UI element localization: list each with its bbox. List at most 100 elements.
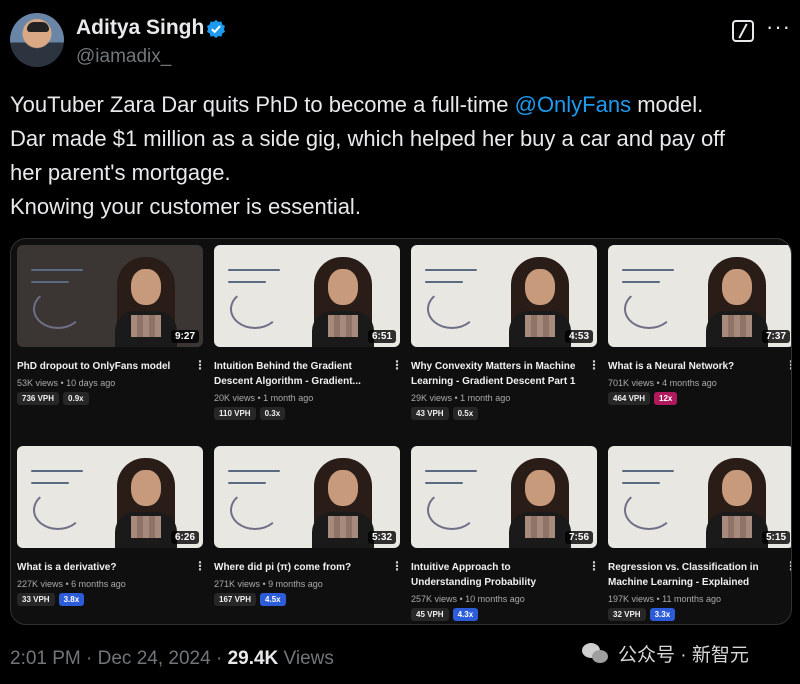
board-line bbox=[425, 269, 477, 271]
video-card[interactable]: 4:53 Why Convexity Matters in Machine Lea… bbox=[411, 245, 600, 430]
video-meta: 29K views • 1 month ago bbox=[411, 393, 511, 403]
ratio-badge: 3.3x bbox=[649, 608, 676, 621]
kebab-menu-icon[interactable]: ⋮ bbox=[785, 560, 791, 572]
board-line bbox=[228, 281, 266, 283]
video-card[interactable]: 9:27 PhD dropout to OnlyFans model ⋮ 53K vi… bbox=[17, 245, 206, 430]
board-line bbox=[31, 482, 69, 484]
video-badges: 43 VPH 0.5x bbox=[411, 407, 479, 420]
verified-badge-icon bbox=[207, 19, 225, 39]
kebab-menu-icon[interactable]: ⋮ bbox=[391, 560, 403, 572]
board-curve bbox=[230, 289, 280, 329]
video-badges: 736 VPH 0.9x bbox=[17, 392, 89, 405]
board-line bbox=[622, 482, 660, 484]
mention-link[interactable]: @OnlyFans bbox=[515, 92, 631, 117]
board-curve bbox=[230, 490, 280, 530]
video-title[interactable]: Where did pi (π) come from? bbox=[214, 560, 386, 575]
video-duration: 9:27 bbox=[170, 330, 199, 343]
video-thumbnail[interactable]: 7:56 bbox=[411, 446, 597, 548]
board-curve bbox=[33, 289, 83, 329]
views-count: 29.4K bbox=[227, 648, 279, 669]
tweet-text: YouTuber Zara Dar quits PhD to become a … bbox=[10, 88, 790, 224]
kebab-menu-icon[interactable]: ⋮ bbox=[194, 359, 206, 371]
video-grid-image[interactable]: 9:27 PhD dropout to OnlyFans model ⋮ 53K vi… bbox=[10, 238, 792, 625]
ratio-badge: 12x bbox=[654, 392, 678, 405]
more-icon[interactable]: ··· bbox=[766, 14, 791, 40]
tweet-footer: 2:01 PM · Dec 24, 2024 · 29.4K Views bbox=[10, 648, 334, 670]
tweet-line-2: Dar made $1 million as a side gig, which… bbox=[10, 126, 726, 151]
board-line bbox=[425, 482, 463, 484]
video-meta: 20K views • 1 month ago bbox=[214, 393, 314, 403]
ratio-badge: 0.3x bbox=[259, 407, 286, 420]
video-thumbnail[interactable]: 6:51 bbox=[214, 245, 400, 347]
author-handle[interactable]: @iamadix_ bbox=[76, 46, 171, 68]
video-card[interactable]: 7:37 What is a Neural Network? ⋮ 701K views… bbox=[608, 245, 791, 430]
board-line bbox=[228, 482, 266, 484]
video-badges: 32 VPH 3.3x bbox=[608, 608, 676, 621]
video-meta: 701K views • 4 months ago bbox=[608, 378, 717, 388]
board-curve bbox=[427, 490, 477, 530]
video-card[interactable]: 7:56 Intuitive Approach to Understanding … bbox=[411, 446, 600, 624]
vph-badge: 464 VPH bbox=[608, 392, 651, 405]
wechat-icon bbox=[582, 642, 610, 665]
video-card[interactable]: 5:15 Regression vs. Classification in Mac… bbox=[608, 446, 791, 624]
timestamp[interactable]: 2:01 PM · Dec 24, 2024 · bbox=[10, 648, 228, 669]
watermark: 公众号 · 新智元 bbox=[582, 640, 749, 667]
board-line bbox=[31, 269, 83, 271]
board-line bbox=[228, 269, 280, 271]
grok-icon[interactable] bbox=[732, 20, 754, 42]
video-thumbnail[interactable]: 5:15 bbox=[608, 446, 791, 548]
video-duration: 5:15 bbox=[761, 531, 790, 544]
board-line bbox=[425, 470, 477, 472]
tweet-line-3: her parent's mortgage. bbox=[10, 160, 231, 185]
video-title[interactable]: What is a derivative? bbox=[17, 560, 189, 575]
video-duration: 7:37 bbox=[761, 330, 790, 343]
video-thumbnail[interactable]: 7:37 bbox=[608, 245, 791, 347]
board-line bbox=[622, 281, 660, 283]
video-meta: 197K views • 11 months ago bbox=[608, 594, 722, 604]
board-line bbox=[425, 281, 463, 283]
kebab-menu-icon[interactable]: ⋮ bbox=[588, 359, 600, 371]
video-title[interactable]: Regression vs. Classification in Machine… bbox=[608, 560, 780, 590]
video-title[interactable]: What is a Neural Network? bbox=[608, 359, 780, 374]
board-curve bbox=[624, 490, 674, 530]
vph-badge: 43 VPH bbox=[411, 407, 449, 420]
vph-badge: 45 VPH bbox=[411, 608, 449, 621]
tweet-line-1: YouTuber Zara Dar quits PhD to become a … bbox=[10, 92, 704, 117]
video-card[interactable]: 6:26 What is a derivative? ⋮ 227K views • 6… bbox=[17, 446, 206, 624]
video-title[interactable]: PhD dropout to OnlyFans model bbox=[17, 359, 189, 374]
vph-badge: 736 VPH bbox=[17, 392, 60, 405]
ratio-badge: 3.8x bbox=[58, 593, 85, 606]
video-card[interactable]: 6:51 Intuition Behind the Gradient Descen… bbox=[214, 245, 403, 430]
video-duration: 6:51 bbox=[367, 330, 396, 343]
vph-badge: 110 VPH bbox=[214, 407, 256, 420]
tweet-line-4: Knowing your customer is essential. bbox=[10, 194, 361, 219]
video-thumbnail[interactable]: 6:26 bbox=[17, 446, 203, 548]
watermark-text: 公众号 · 新智元 bbox=[618, 645, 749, 666]
video-title[interactable]: Why Convexity Matters in Machine Learnin… bbox=[411, 359, 583, 389]
tweet-header: Aditya Singh @iamadix_ ··· bbox=[0, 0, 800, 80]
kebab-menu-icon[interactable]: ⋮ bbox=[588, 560, 600, 572]
video-card[interactable]: 5:32 Where did pi (π) come from? ⋮ 271K vie… bbox=[214, 446, 403, 624]
views-label: Views bbox=[278, 648, 334, 669]
video-title[interactable]: Intuition Behind the Gradient Descent Al… bbox=[214, 359, 386, 389]
kebab-menu-icon[interactable]: ⋮ bbox=[391, 359, 403, 371]
video-thumbnail[interactable]: 9:27 bbox=[17, 245, 203, 347]
video-duration: 4:53 bbox=[564, 330, 593, 343]
author-name[interactable]: Aditya Singh bbox=[76, 16, 204, 40]
ratio-badge: 0.9x bbox=[63, 392, 89, 405]
kebab-menu-icon[interactable]: ⋮ bbox=[785, 359, 791, 371]
video-thumbnail[interactable]: 5:32 bbox=[214, 446, 400, 548]
ratio-badge: 4.3x bbox=[452, 608, 479, 621]
video-duration: 5:32 bbox=[367, 531, 396, 544]
board-line bbox=[31, 470, 83, 472]
video-meta: 271K views • 9 months ago bbox=[214, 579, 323, 589]
kebab-menu-icon[interactable]: ⋮ bbox=[194, 560, 206, 572]
video-thumbnail[interactable]: 4:53 bbox=[411, 245, 597, 347]
board-curve bbox=[33, 490, 83, 530]
board-curve bbox=[624, 289, 674, 329]
video-duration: 7:56 bbox=[564, 531, 593, 544]
board-line bbox=[228, 470, 280, 472]
video-badges: 110 VPH 0.3x bbox=[214, 407, 286, 420]
video-title[interactable]: Intuitive Approach to Understanding Prob… bbox=[411, 560, 583, 590]
avatar[interactable] bbox=[10, 13, 64, 67]
